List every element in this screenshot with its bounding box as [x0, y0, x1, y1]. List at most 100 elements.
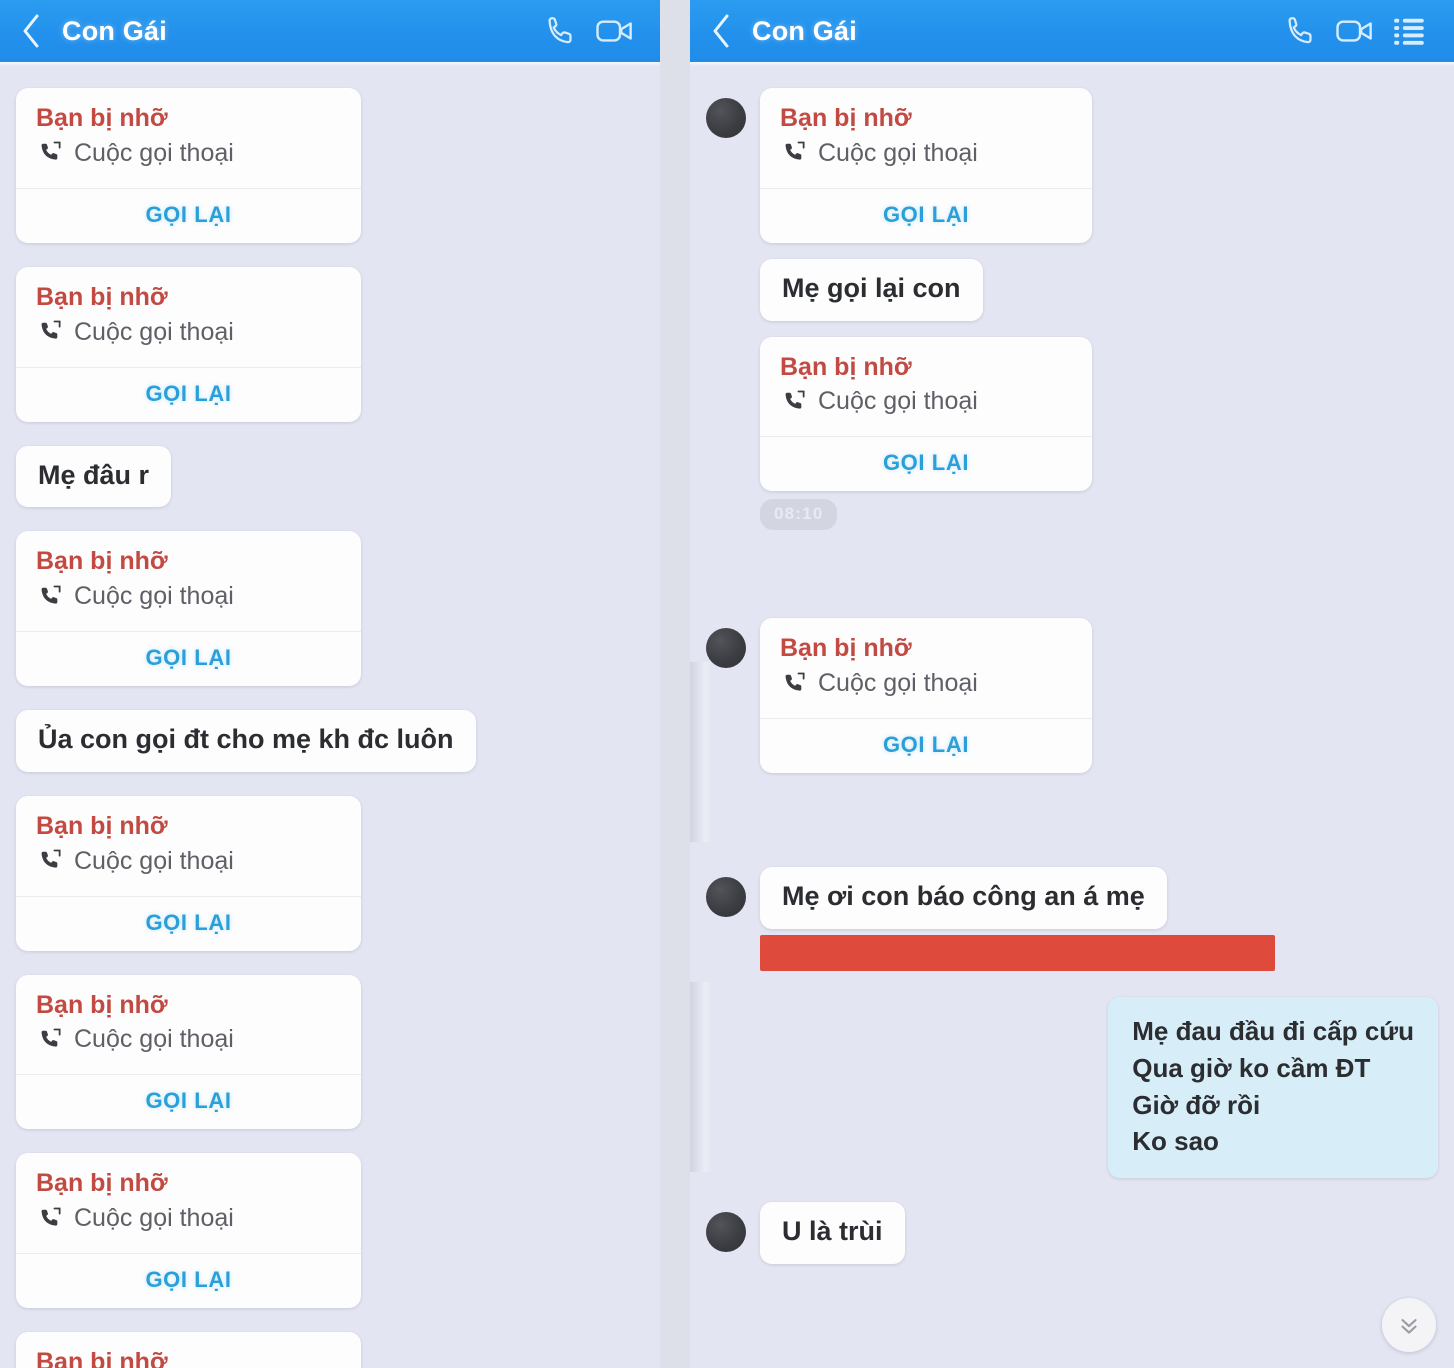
- video-call-button[interactable]: [1328, 8, 1382, 54]
- missed-call-card[interactable]: Bạn bị nhỡ Cuộc gọi thoại GỌI LẠI: [16, 795, 361, 951]
- incoming-text-bubble[interactable]: Ủa con gọi đt cho mẹ kh đc luôn: [16, 710, 476, 772]
- call-card-body: Bạn bị nhỡ Cuộc gọi thoại: [16, 975, 361, 1065]
- missed-call-card[interactable]: Bạn bị nhỡ Cuộc gọi thoại GỌI LẠI: [760, 336, 1092, 492]
- call-back-button[interactable]: GỌI LẠI: [16, 1254, 361, 1308]
- incoming-text-bubble[interactable]: Mẹ gọi lại con: [760, 258, 983, 321]
- back-button[interactable]: [14, 11, 48, 51]
- call-back-button[interactable]: GỌI LẠI: [16, 368, 361, 422]
- call-card-body: Bạn bị nhỡ Cuộc gọi thoại: [760, 88, 1092, 178]
- menu-button[interactable]: [1382, 8, 1436, 54]
- message-row: Bạn bị nhỡ Cuộc gọi thoại GỌI LẠI: [0, 1153, 660, 1308]
- back-button[interactable]: [704, 11, 738, 51]
- missed-call-title: Bạn bị nhỡ: [36, 282, 168, 311]
- missed-call-title: Bạn bị nhỡ: [780, 104, 912, 132]
- missed-call-card[interactable]: Bạn bị nhỡ Cuộc gọi thoại GỌI LẠI: [760, 88, 1092, 243]
- call-card-body: Bạn bị nhỡ Cuộc gọi thoại: [760, 618, 1092, 708]
- call-type-label: Cuộc gọi thoại: [818, 138, 978, 167]
- incoming-text-bubble[interactable]: U là trùi: [760, 1202, 905, 1265]
- video-camera-icon: [1336, 20, 1372, 42]
- missed-call-card[interactable]: Bạn bị nhỡ Cuộc gọi thoại GỌI LẠI: [760, 618, 1092, 773]
- missed-call-card[interactable]: Bạn bị nhỡ Cuộc gọi thoại GỌI LẠI: [16, 974, 361, 1130]
- avatar: [706, 1212, 746, 1253]
- call-card-body: Bạn bị nhỡ Cuộc gọi thoại: [760, 337, 1092, 427]
- message-row: Bạn bị nhỡ Cuộc gọi thoại GỌI LẠI: [690, 88, 1454, 243]
- chat-title: Con Gái: [752, 15, 857, 46]
- missed-phone-icon: [41, 1207, 61, 1226]
- message-row: U là trùi: [690, 1202, 1454, 1265]
- right-message-list: Bạn bị nhỡ Cuộc gọi thoại GỌI LẠI Mẹ gọi…: [690, 62, 1454, 1368]
- dual-chat-screenshot: Con Gái Bạn bị nhỡ Cuộc gọi thoại GỌI LẠ…: [0, 0, 1454, 1368]
- call-type-label: Cuộc gọi thoại: [818, 669, 978, 697]
- call-type-label: Cuộc gọi thoại: [818, 387, 978, 416]
- call-type-row: Cuộc gọi thoại: [36, 846, 341, 876]
- missed-phone-icon: [41, 849, 61, 868]
- video-call-button[interactable]: [588, 8, 642, 54]
- incoming-text-bubble[interactable]: Mẹ đâu r: [16, 445, 172, 508]
- missed-call-card[interactable]: Bạn bị nhỡ Cuộc gọi thoại GỌI LẠI: [16, 1153, 361, 1308]
- call-card-body: Bạn bị nhỡ Cuộc gọi thoại: [16, 88, 361, 178]
- incoming-text-bubble[interactable]: Mẹ ơi con báo công an á mẹ: [760, 867, 1167, 929]
- missed-call-card-partial[interactable]: Bạn bị nhỡ: [16, 1332, 361, 1368]
- timestamp-badge: 08:10: [760, 499, 838, 531]
- call-back-button[interactable]: GỌI LẠI: [760, 437, 1092, 491]
- call-back-button[interactable]: GỌI LẠI: [16, 189, 361, 243]
- left-chat-header: Con Gái: [0, 0, 660, 66]
- redaction-row: [744, 934, 1454, 971]
- chevron-double-down-icon: [1401, 1319, 1417, 1334]
- missed-call-title: Bạn bị nhỡ: [780, 352, 912, 381]
- panel-divider: [660, 0, 690, 1368]
- call-back-button[interactable]: GỌI LẠI: [760, 189, 1092, 243]
- chevron-left-icon: [713, 14, 729, 48]
- call-type-row: Cuộc gọi thoại: [780, 138, 1072, 168]
- missed-call-card[interactable]: Bạn bị nhỡ Cuộc gọi thoại GỌI LẠI: [16, 531, 361, 686]
- call-card-body: Bạn bị nhỡ Cuộc gọi thoại: [16, 1153, 361, 1243]
- call-type-row: Cuộc gọi thoại: [36, 581, 341, 611]
- missed-call-title: Bạn bị nhỡ: [36, 811, 168, 840]
- chevron-left-icon: [23, 14, 39, 48]
- message-row: Bạn bị nhỡ Cuộc gọi thoại GỌI LẠI: [0, 974, 660, 1130]
- call-type-row: Cuộc gọi thoại: [36, 317, 341, 347]
- outgoing-text-bubble[interactable]: Mẹ đau đầu đi cấp cứu Qua giờ ko cầm ĐT …: [1108, 996, 1438, 1179]
- chat-title: Con Gái: [62, 15, 167, 46]
- call-type-label: Cuộc gọi thoại: [74, 582, 234, 610]
- call-type-label: Cuộc gọi thoại: [74, 138, 234, 167]
- message-row: Bạn bị nhỡ Cuộc gọi thoại GỌI LẠI: [0, 88, 660, 243]
- call-card-body: Bạn bị nhỡ Cuộc gọi thoại: [16, 531, 361, 621]
- call-back-button[interactable]: GỌI LẠI: [16, 632, 361, 686]
- message-row: Bạn bị nhỡ Cuộc gọi thoại GỌI LẠI: [690, 336, 1454, 492]
- missed-phone-icon: [785, 141, 805, 160]
- message-row: Mẹ đâu r: [0, 445, 660, 508]
- missed-call-title: Bạn bị nhỡ: [780, 634, 912, 663]
- call-type-label: Cuộc gọi thoại: [74, 1204, 234, 1232]
- missed-call-title: Bạn bị nhỡ: [36, 547, 168, 576]
- thread-gap: [690, 797, 1454, 867]
- call-back-button[interactable]: GỌI LẠI: [760, 719, 1092, 773]
- missed-phone-icon: [41, 320, 61, 339]
- message-row: Bạn bị nhỡ Cuộc gọi thoại GỌI LẠI: [690, 618, 1454, 773]
- call-type-label: Cuộc gọi thoại: [74, 317, 234, 346]
- missed-phone-icon: [785, 390, 805, 409]
- call-card-body: Bạn bị nhỡ: [16, 1332, 361, 1368]
- call-type-row: Cuộc gọi thoại: [36, 1203, 341, 1233]
- voice-call-button[interactable]: [1274, 8, 1328, 54]
- missed-phone-icon: [785, 672, 805, 691]
- left-message-list: Bạn bị nhỡ Cuộc gọi thoại GỌI LẠI Bạn bị…: [0, 62, 660, 1368]
- call-back-button[interactable]: GỌI LẠI: [16, 1075, 361, 1129]
- right-chat-panel: Con Gái Bạn bị nhỡ Cuộc gọi thoại GỌI LẠ…: [690, 0, 1454, 1368]
- scroll-to-bottom-button[interactable]: [1382, 1298, 1436, 1352]
- message-row: Mẹ gọi lại con: [690, 258, 1454, 321]
- call-type-label: Cuộc gọi thoại: [74, 1025, 234, 1054]
- video-camera-icon: [596, 20, 632, 42]
- missed-call-title: Bạn bị nhỡ: [36, 1348, 168, 1368]
- call-type-row: Cuộc gọi thoại: [36, 1024, 341, 1054]
- missed-call-card[interactable]: Bạn bị nhỡ Cuộc gọi thoại GỌI LẠI: [16, 266, 361, 422]
- call-back-button[interactable]: GỌI LẠI: [16, 897, 361, 951]
- missed-call-title: Bạn bị nhỡ: [36, 1169, 168, 1198]
- call-type-label: Cuộc gọi thoại: [74, 846, 234, 875]
- call-card-body: Bạn bị nhỡ Cuộc gọi thoại: [16, 796, 361, 886]
- message-row: Bạn bị nhỡ Cuộc gọi thoại GỌI LẠI: [0, 266, 660, 422]
- missed-call-card[interactable]: Bạn bị nhỡ Cuộc gọi thoại GỌI LẠI: [16, 88, 361, 243]
- voice-call-button[interactable]: [534, 8, 588, 54]
- missed-call-title: Bạn bị nhỡ: [36, 104, 168, 132]
- message-row-outgoing: Mẹ đau đầu đi cấp cứu Qua giờ ko cầm ĐT …: [690, 996, 1454, 1179]
